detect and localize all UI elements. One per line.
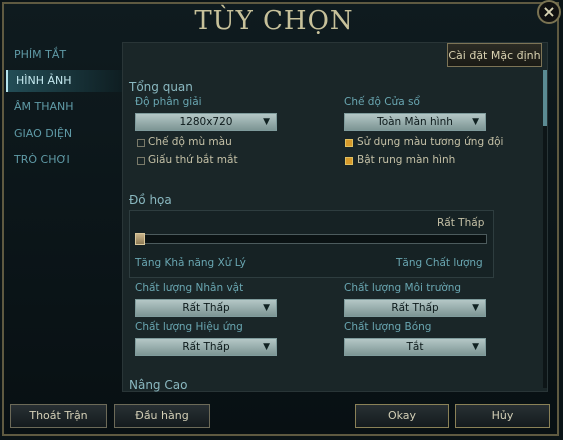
character-quality-select[interactable]: Rất Thấp ▼ bbox=[135, 299, 277, 317]
chevron-down-icon: ▼ bbox=[472, 303, 479, 313]
window-mode-select[interactable]: Toàn Màn hình ▼ bbox=[344, 113, 486, 131]
chevron-down-icon: ▼ bbox=[263, 117, 270, 127]
shadow-quality-value: Tắt bbox=[406, 341, 424, 353]
close-button[interactable]: × bbox=[537, 0, 561, 24]
cancel-button[interactable]: Hủy bbox=[455, 404, 550, 428]
effects-quality-select[interactable]: Rất Thấp ▼ bbox=[135, 338, 277, 356]
sidebar-item-interface[interactable]: GIAO DIỆN bbox=[6, 123, 122, 145]
advanced-section-title: Nâng Cao bbox=[129, 378, 188, 392]
environment-quality-label: Chất lượng Môi trường bbox=[344, 282, 462, 294]
shadow-quality-label: Chất lượng Bóng bbox=[344, 321, 432, 333]
exit-game-button[interactable]: Thoát Trận bbox=[10, 404, 107, 428]
team-colors-checkbox[interactable] bbox=[345, 139, 353, 147]
surrender-button[interactable]: Đầu hàng bbox=[114, 404, 210, 428]
environment-quality-select[interactable]: Rất Thấp ▼ bbox=[344, 299, 486, 317]
restore-defaults-button[interactable]: Cài đặt Mặc định bbox=[447, 43, 542, 67]
character-quality-label: Chất lượng Nhân vật bbox=[135, 282, 244, 294]
graphics-slider-handle[interactable] bbox=[135, 233, 145, 245]
performance-caption: Tăng Khả năng Xử Lý bbox=[135, 257, 246, 269]
sidebar-item-hotkeys[interactable]: PHÍM TẮT bbox=[6, 44, 122, 66]
environment-quality-value: Rất Thấp bbox=[391, 302, 439, 314]
resolution-label: Độ phân giải bbox=[135, 96, 202, 108]
sidebar-item-video[interactable]: HÌNH ẢNH bbox=[6, 70, 122, 92]
title-bar: TÙY CHỌN bbox=[4, 4, 544, 38]
chevron-down-icon: ▼ bbox=[472, 117, 479, 127]
screen-shake-label: Bật rung màn hình bbox=[357, 154, 456, 166]
sidebar-item-game[interactable]: TRÒ CHƠI bbox=[6, 149, 122, 171]
sidebar-item-sound[interactable]: ÂM THANH bbox=[6, 96, 122, 118]
close-icon: × bbox=[542, 2, 556, 21]
quality-caption: Tăng Chất lượng bbox=[396, 257, 483, 269]
window-mode-value: Toàn Màn hình bbox=[377, 116, 453, 128]
window-title: TÙY CHỌN bbox=[194, 6, 354, 36]
chevron-down-icon: ▼ bbox=[263, 342, 270, 352]
chevron-down-icon: ▼ bbox=[472, 342, 479, 352]
window-mode-label: Chế độ Cửa sổ bbox=[344, 96, 420, 108]
graphics-section-title: Đồ họa bbox=[129, 193, 172, 207]
overview-section-title: Tổng quan bbox=[129, 80, 193, 94]
colorblind-checkbox[interactable] bbox=[137, 139, 145, 147]
chevron-down-icon: ▼ bbox=[263, 303, 270, 313]
character-quality-value: Rất Thấp bbox=[182, 302, 230, 314]
screen-shake-checkbox[interactable] bbox=[345, 157, 353, 165]
shadow-quality-select[interactable]: Tắt ▼ bbox=[344, 338, 486, 356]
hide-eye-candy-label: Giấu thứ bắt mắt bbox=[148, 154, 238, 166]
effects-quality-label: Chất lượng Hiệu ứng bbox=[135, 321, 243, 333]
scrollbar-thumb[interactable] bbox=[543, 70, 547, 126]
resolution-value: 1280x720 bbox=[179, 116, 233, 128]
team-colors-label: Sử dụng màu tương ứng đội bbox=[357, 136, 504, 148]
okay-button[interactable]: Okay bbox=[355, 404, 449, 428]
resolution-select[interactable]: 1280x720 ▼ bbox=[135, 113, 277, 131]
graphics-level-text: Rất Thấp bbox=[437, 217, 485, 229]
effects-quality-value: Rất Thấp bbox=[182, 341, 230, 353]
colorblind-label: Chế độ mù màu bbox=[148, 136, 232, 148]
hide-eye-candy-checkbox[interactable] bbox=[137, 157, 145, 165]
graphics-slider-track[interactable] bbox=[135, 234, 487, 244]
